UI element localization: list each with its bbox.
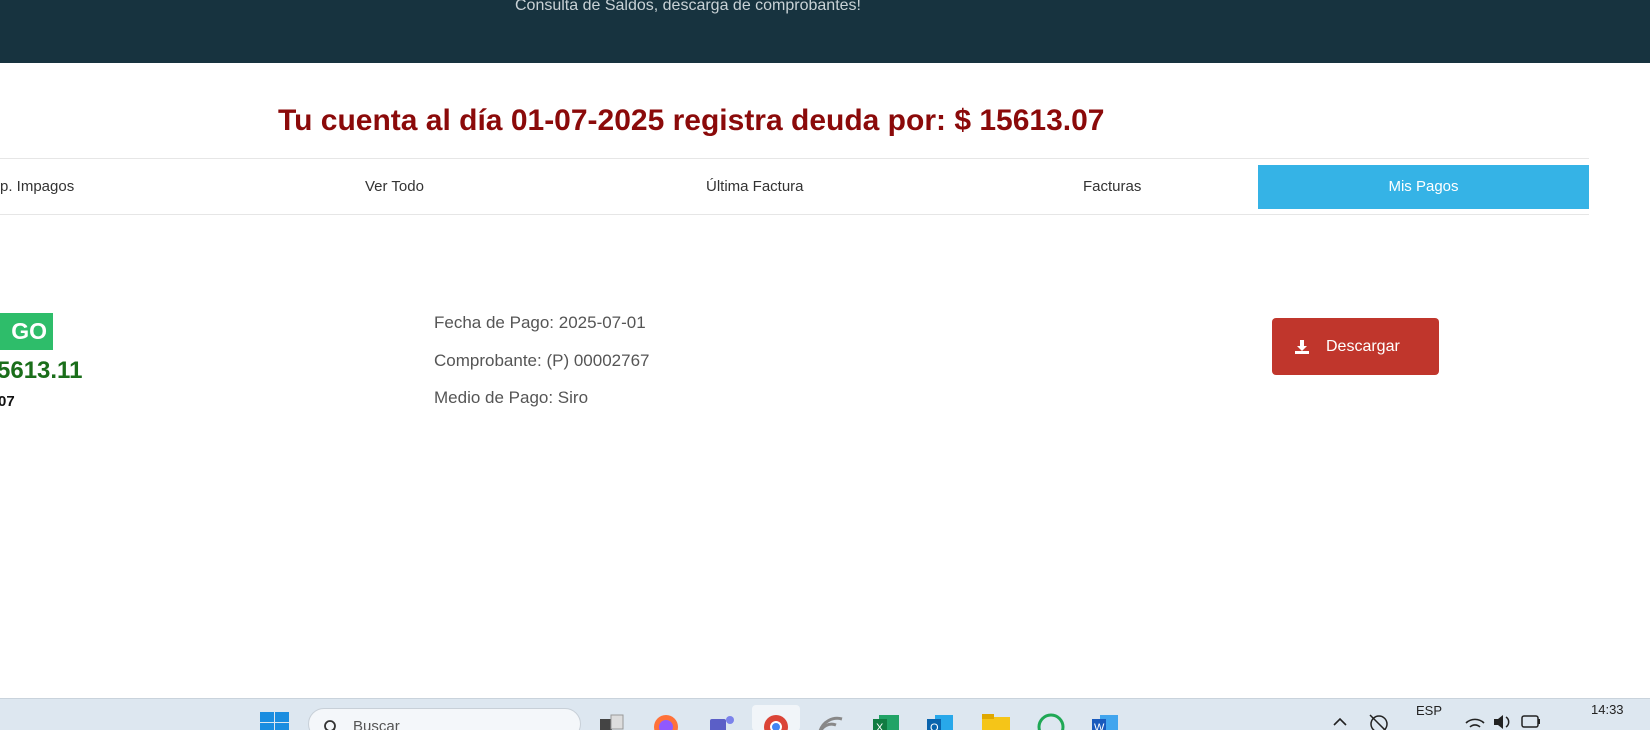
payment-date: Fecha de Pago: 2025-07-01	[434, 313, 646, 332]
tab-ultima-factura[interactable]: Última Factura	[706, 165, 866, 209]
payment-status-badge: GO	[0, 313, 53, 350]
download-icon	[1294, 339, 1310, 355]
header-subtitle: Consulta de Saldos, descarga de comproba…	[515, 0, 861, 14]
rss-icon[interactable]	[816, 711, 846, 730]
task-view-icon[interactable]	[597, 711, 627, 730]
site-header: Consulta de Saldos, descarga de comproba…	[0, 0, 1650, 63]
svg-text:X: X	[876, 722, 884, 730]
taskbar-search-box[interactable]: Buscar	[308, 708, 581, 730]
payment-method: Medio de Pago: Siro	[434, 388, 589, 407]
chrome-icon[interactable]	[752, 705, 800, 730]
outlook-icon[interactable]: O	[925, 711, 955, 730]
search-icon	[323, 719, 339, 730]
download-button[interactable]: Descargar	[1272, 318, 1439, 375]
excel-icon[interactable]: X	[871, 711, 901, 730]
taskbar-clock[interactable]: 14:33	[1591, 702, 1624, 717]
whatsapp-icon[interactable]	[1036, 711, 1066, 730]
wifi-icon[interactable]	[1464, 713, 1486, 730]
tab-comprobantes-impagos[interactable]: p. Impagos	[0, 165, 140, 209]
windows-taskbar: Buscar X O W ESP 14:33	[0, 698, 1650, 730]
download-button-label: Descargar	[1326, 337, 1400, 355]
svg-text:W: W	[1094, 722, 1105, 730]
svg-text:O: O	[930, 722, 939, 730]
search-placeholder: Buscar	[353, 718, 400, 730]
teams-icon[interactable]	[706, 711, 736, 730]
tab-ver-todo[interactable]: Ver Todo	[365, 165, 485, 209]
network-icon[interactable]	[1367, 712, 1391, 730]
windows-start-icon[interactable]	[260, 712, 290, 730]
payment-date-fragment: 07	[0, 393, 15, 410]
payment-amount: 5613.11	[0, 357, 83, 384]
payment-receipt-number: Comprobante: (P) 00002767	[434, 351, 650, 370]
tab-mis-pagos[interactable]: Mis Pagos	[1258, 165, 1589, 209]
input-language[interactable]: ESP	[1416, 703, 1442, 718]
tab-facturas[interactable]: Facturas	[1083, 165, 1203, 209]
file-explorer-icon[interactable]	[980, 711, 1010, 730]
tray-chevron-icon[interactable]	[1330, 713, 1350, 730]
firefox-icon[interactable]	[651, 711, 681, 730]
volume-icon[interactable]	[1492, 713, 1514, 730]
debt-summary-title: Tu cuenta al día 01-07-2025 registra deu…	[278, 104, 1105, 137]
account-tabs: p. Impagos Ver Todo Última Factura Factu…	[0, 158, 1589, 215]
battery-icon[interactable]	[1520, 713, 1542, 730]
word-icon[interactable]: W	[1090, 711, 1120, 730]
